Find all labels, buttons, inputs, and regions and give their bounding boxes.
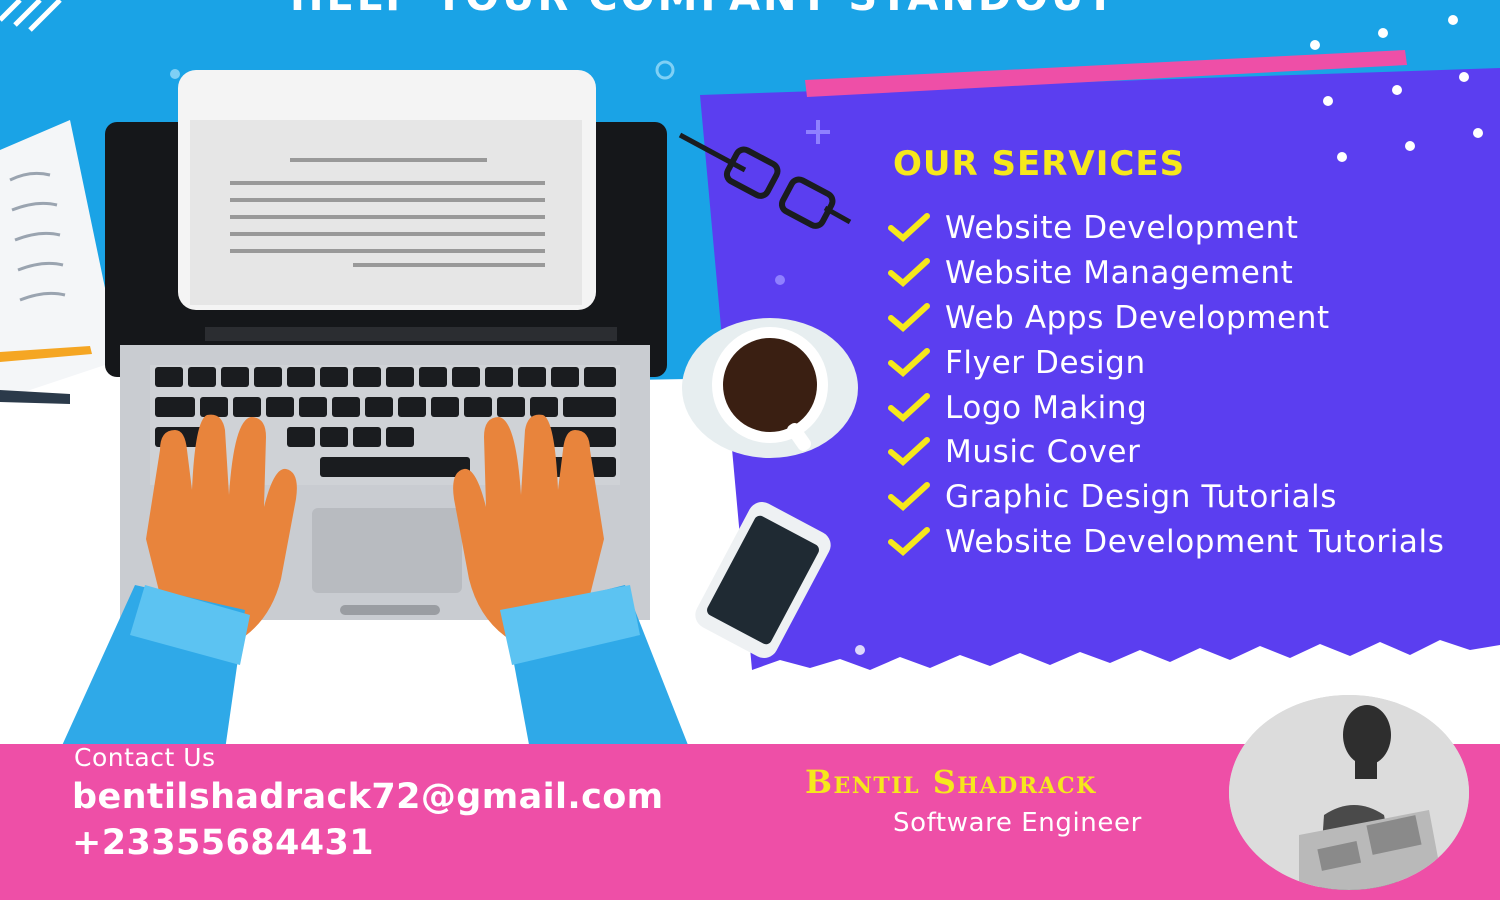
phone-icon <box>695 502 831 658</box>
contact-email[interactable]: bentilshadrack72@gmail.com <box>72 777 664 817</box>
service-item: Graphic Design Tutorials <box>888 475 1445 520</box>
check-icon <box>888 392 930 422</box>
avatar <box>1229 695 1469 890</box>
service-label: Flyer Design <box>945 344 1146 381</box>
service-label: Website Management <box>945 255 1294 292</box>
service-label: Graphic Design Tutorials <box>945 479 1338 516</box>
contact-label: Contact Us <box>74 743 216 772</box>
glasses-icon <box>678 132 852 229</box>
check-icon <box>888 347 930 377</box>
service-item: Website Development Tutorials <box>888 520 1445 565</box>
laptop-illustration <box>0 70 690 750</box>
person-role: Software Engineer <box>893 808 1142 838</box>
check-icon <box>888 302 930 332</box>
service-item: Website Management <box>888 251 1445 296</box>
service-label: Website Development Tutorials <box>945 523 1445 560</box>
contact-phone[interactable]: +23355684431 <box>72 823 374 863</box>
check-icon <box>888 482 930 512</box>
service-item: Website Development <box>888 206 1445 251</box>
service-item: Flyer Design <box>888 340 1445 385</box>
service-label: Website Development <box>945 210 1299 247</box>
service-item: Logo Making <box>888 385 1445 430</box>
avatar-portrait <box>1229 695 1469 890</box>
service-label: Music Cover <box>945 434 1141 471</box>
service-item: Web Apps Development <box>888 296 1445 341</box>
check-icon <box>888 258 930 288</box>
services-title: OUR SERVICES <box>893 144 1186 184</box>
service-item: Music Cover <box>888 430 1445 475</box>
person-name: Bentil Shadrack <box>805 763 1097 801</box>
check-icon <box>888 213 930 243</box>
check-icon <box>888 526 930 556</box>
coffee-cup-icon <box>682 318 858 458</box>
flyer: HELP YOUR COMPANY STANDOUT <box>0 0 1500 900</box>
service-label: Web Apps Development <box>945 299 1330 336</box>
service-label: Logo Making <box>945 389 1148 426</box>
check-icon <box>888 437 930 467</box>
services-list: Website Development Website Management W… <box>888 206 1445 564</box>
